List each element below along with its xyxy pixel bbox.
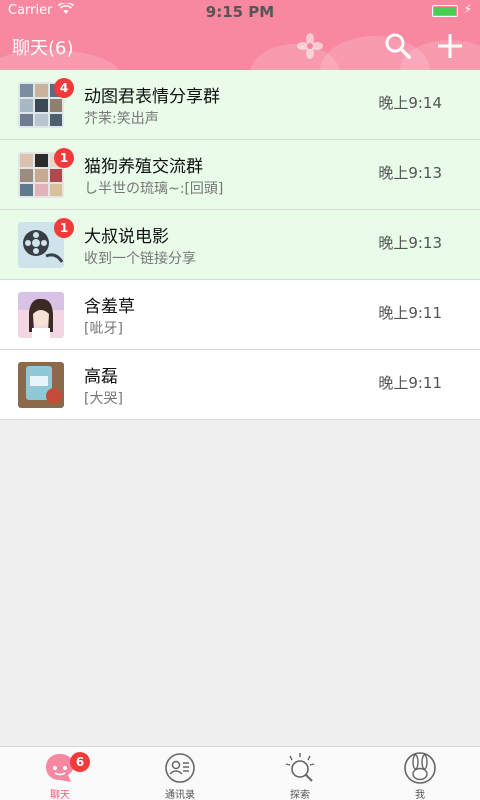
tab-label: 聊天 (50, 790, 70, 800)
tab-contacts[interactable]: 通讯录 (120, 747, 240, 800)
charging-icon: ⚡ (463, 2, 472, 16)
chat-name: 高磊 (84, 367, 118, 387)
unread-badge: 1 (54, 148, 74, 168)
status-bar: Carrier 9:15 PM ⚡ (0, 0, 480, 22)
contacts-icon (163, 751, 197, 785)
user-avatar (18, 362, 64, 408)
chat-list: 4 动图君表情分享群 芥茉:笑出声 晚上9:14 1 猫狗养殖交流群 し半世の琉… (0, 70, 480, 420)
battery-icon (432, 5, 458, 17)
chat-row[interactable]: 1 大叔说电影 收到一个链接分享 晚上9:13 (0, 210, 480, 280)
chat-name: 大叔说电影 (84, 227, 169, 247)
page-title: 聊天(6) (12, 38, 74, 59)
tab-me[interactable]: 我 (360, 747, 480, 800)
tab-label: 通讯录 (165, 790, 195, 800)
rabbit-profile-icon (403, 751, 437, 785)
chat-time: 晚上9:13 (378, 234, 442, 252)
chat-time: 晚上9:11 (378, 374, 442, 392)
flower-icon (296, 32, 324, 60)
chat-name: 含羞草 (84, 297, 135, 317)
tab-unread-badge: 6 (70, 752, 90, 772)
chat-name: 猫狗养殖交流群 (84, 157, 203, 177)
explore-icon (283, 751, 317, 785)
chat-row[interactable]: 1 猫狗养殖交流群 し半世の琉璃~:[回頭] 晚上9:13 (0, 140, 480, 210)
tab-explore[interactable]: 探索 (240, 747, 360, 800)
chat-preview: 收到一个链接分享 (84, 251, 196, 267)
unread-badge: 4 (54, 78, 74, 98)
chat-preview: 芥茉:笑出声 (84, 111, 159, 127)
chat-row[interactable]: 含羞草 [呲牙] 晚上9:11 (0, 280, 480, 350)
tab-label: 探索 (290, 790, 310, 800)
chat-name: 动图君表情分享群 (84, 87, 220, 107)
tab-label: 我 (415, 790, 425, 800)
unread-badge: 1 (54, 218, 74, 238)
chat-row[interactable]: 高磊 [大哭] 晚上9:11 (0, 350, 480, 420)
tab-chat[interactable]: 6 聊天 (0, 747, 120, 800)
add-icon[interactable] (436, 32, 464, 60)
status-time: 9:15 PM (205, 3, 275, 21)
search-icon[interactable] (384, 32, 412, 60)
chat-row[interactable]: 4 动图君表情分享群 芥茉:笑出声 晚上9:14 (0, 70, 480, 140)
chat-time: 晚上9:11 (378, 304, 442, 322)
top-header: Carrier 9:15 PM ⚡ 聊天(6) (0, 0, 480, 70)
chat-time: 晚上9:13 (378, 164, 442, 182)
chat-preview: [大哭] (84, 391, 123, 407)
chat-time: 晚上9:14 (378, 94, 442, 112)
chat-preview: [呲牙] (84, 321, 123, 337)
chat-preview: し半世の琉璃~:[回頭] (84, 181, 224, 197)
tab-bar: 6 聊天 通讯录 探索 我 (0, 746, 480, 800)
user-avatar (18, 292, 64, 338)
